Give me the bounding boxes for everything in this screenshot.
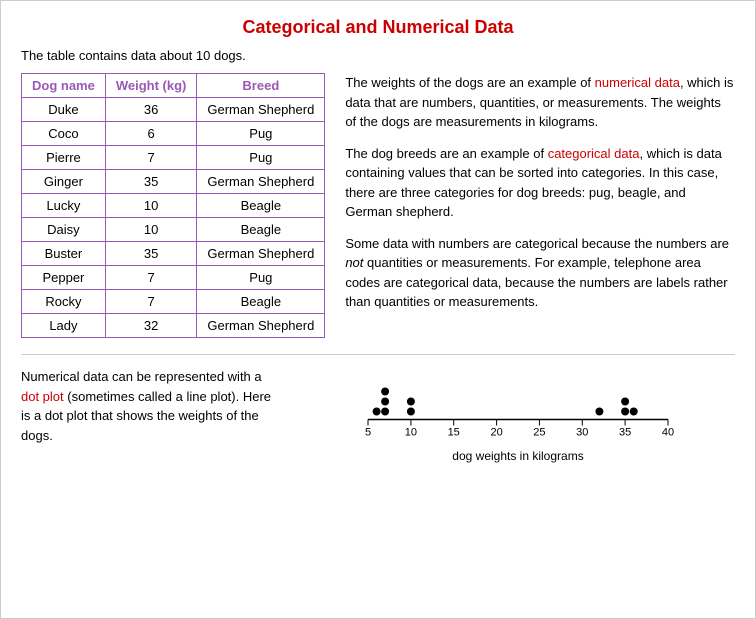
table-cell: Lady (22, 314, 106, 338)
table-cell: Daisy (22, 218, 106, 242)
table-row: Lucky10Beagle (22, 194, 325, 218)
table-row: Pierre7Pug (22, 146, 325, 170)
table-cell: 35 (105, 170, 197, 194)
paragraph-numerical: The weights of the dogs are an example o… (345, 73, 735, 132)
dot-plot-svg: 5 10 15 20 25 30 35 40 (348, 367, 688, 447)
data-table: Dog name Weight (kg) Breed Duke36German … (21, 73, 325, 338)
svg-text:25: 25 (533, 427, 545, 439)
table-cell: Buster (22, 242, 106, 266)
svg-text:15: 15 (448, 427, 460, 439)
table-cell: Coco (22, 122, 106, 146)
p2-prefix: The dog breeds are an example of (345, 146, 547, 161)
svg-text:35: 35 (619, 427, 631, 439)
table-cell: Rocky (22, 290, 106, 314)
table-row: Lady32German Shepherd (22, 314, 325, 338)
table-cell: German Shepherd (197, 314, 325, 338)
table-cell: Duke (22, 98, 106, 122)
dot-plot-area: 5 10 15 20 25 30 35 40 (301, 367, 735, 463)
main-content: Dog name Weight (kg) Breed Duke36German … (21, 73, 735, 338)
table-cell: Pepper (22, 266, 106, 290)
table-cell: Pug (197, 122, 325, 146)
dot-plot-label: dog weights in kilograms (452, 449, 583, 463)
col-header-dogname: Dog name (22, 74, 106, 98)
table-cell: Beagle (197, 218, 325, 242)
table-section: Dog name Weight (kg) Breed Duke36German … (21, 73, 325, 338)
table-cell: 7 (105, 266, 197, 290)
page-title: Categorical and Numerical Data (21, 17, 735, 38)
table-cell: Beagle (197, 290, 325, 314)
paragraph-area-codes: Some data with numbers are categorical b… (345, 234, 735, 312)
svg-text:30: 30 (576, 427, 588, 439)
table-cell: Pug (197, 266, 325, 290)
table-cell: German Shepherd (197, 242, 325, 266)
table-cell: Pug (197, 146, 325, 170)
col-header-breed: Breed (197, 74, 325, 98)
dot-plot-link: dot plot (21, 389, 64, 404)
table-row: Daisy10Beagle (22, 218, 325, 242)
table-cell: Lucky (22, 194, 106, 218)
p1-highlight: numerical data (595, 75, 680, 90)
table-cell: 7 (105, 290, 197, 314)
not-italic: not (345, 255, 363, 270)
table-cell: German Shepherd (197, 98, 325, 122)
svg-text:40: 40 (662, 427, 674, 439)
p1-prefix: The weights of the dogs are an example o… (345, 75, 594, 90)
table-cell: 10 (105, 194, 197, 218)
table-row: Duke36German Shepherd (22, 98, 325, 122)
table-cell: 7 (105, 146, 197, 170)
subtitle: The table contains data about 10 dogs. (21, 48, 735, 63)
p2-highlight: categorical data (548, 146, 640, 161)
table-cell: 35 (105, 242, 197, 266)
svg-text:10: 10 (405, 427, 417, 439)
bottom-text: Numerical data can be represented with a… (21, 367, 281, 445)
col-header-weight: Weight (kg) (105, 74, 197, 98)
table-row: Buster35German Shepherd (22, 242, 325, 266)
bottom-section: Numerical data can be represented with a… (21, 354, 735, 463)
table-row: Coco6Pug (22, 122, 325, 146)
table-cell: German Shepherd (197, 170, 325, 194)
table-row: Ginger35German Shepherd (22, 170, 325, 194)
table-row: Rocky7Beagle (22, 290, 325, 314)
table-cell: Pierre (22, 146, 106, 170)
bottom-prefix: Numerical data can be represented with a (21, 369, 262, 384)
paragraph-categorical: The dog breeds are an example of categor… (345, 144, 735, 222)
table-cell: 10 (105, 218, 197, 242)
table-cell: 32 (105, 314, 197, 338)
svg-text:5: 5 (365, 427, 371, 439)
text-section: The weights of the dogs are an example o… (345, 73, 735, 338)
table-row: Pepper7Pug (22, 266, 325, 290)
table-cell: 36 (105, 98, 197, 122)
table-cell: 6 (105, 122, 197, 146)
table-cell: Beagle (197, 194, 325, 218)
table-cell: Ginger (22, 170, 106, 194)
svg-text:20: 20 (490, 427, 502, 439)
